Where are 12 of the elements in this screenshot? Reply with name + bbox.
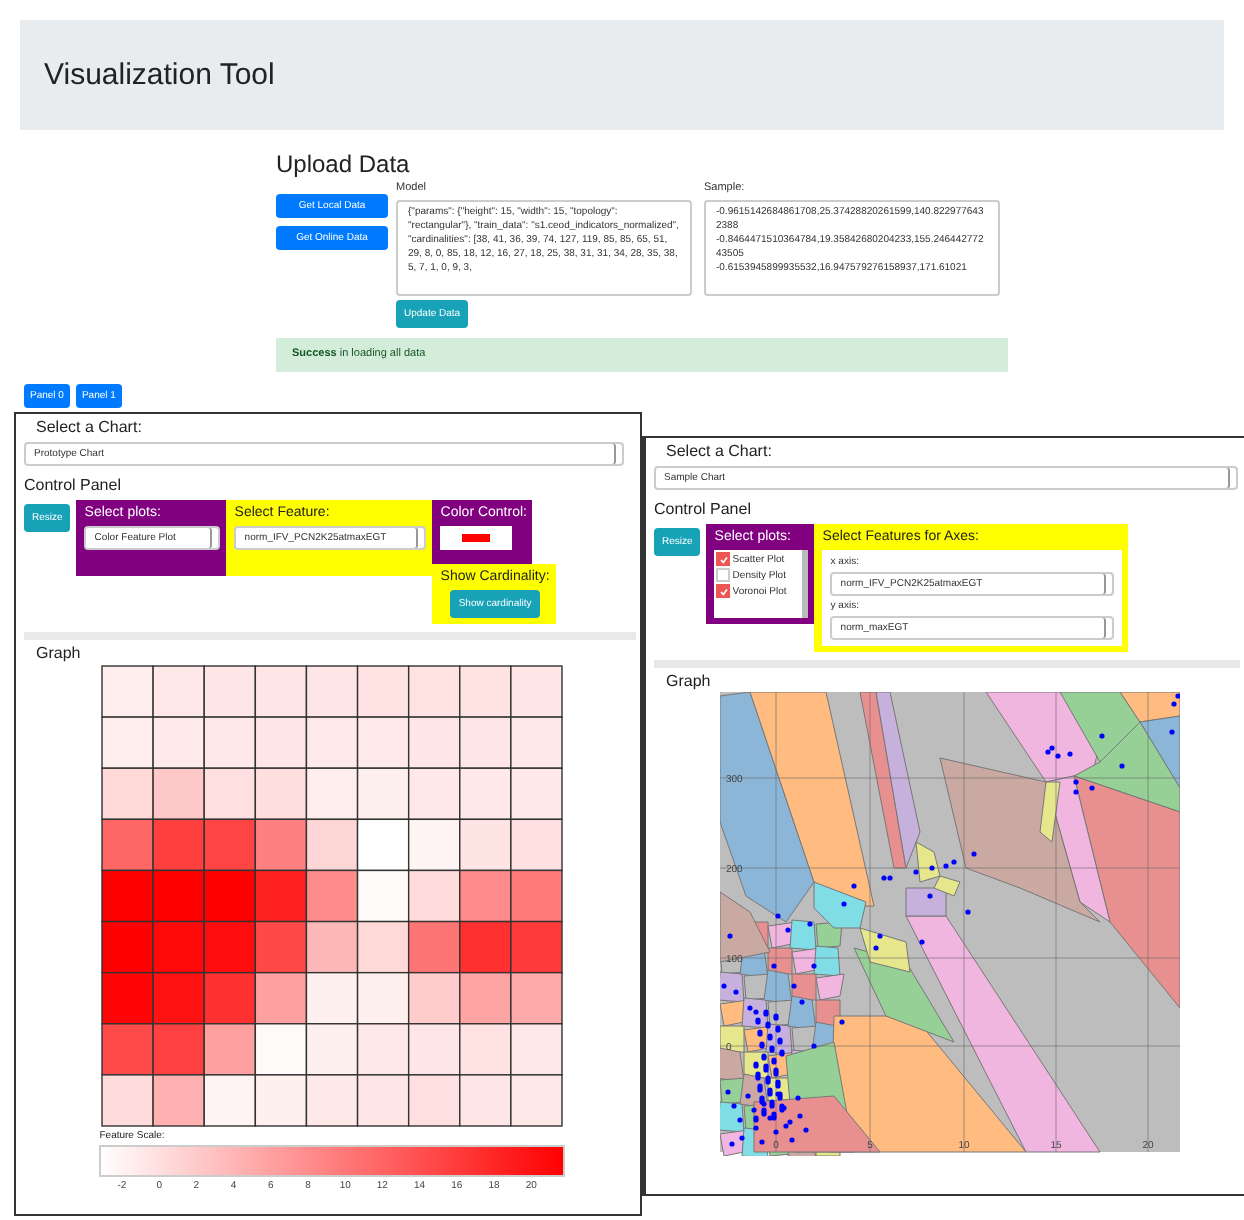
checkbox[interactable] (716, 568, 731, 582)
checkbox[interactable] (716, 552, 731, 566)
upload-title: Upload Data (276, 150, 412, 178)
select-chart-label: Select a Chart: (36, 418, 144, 436)
app-title: Visualization Tool (44, 58, 275, 92)
graph-title: Graph (666, 672, 713, 692)
control-panel-title: Control Panel (24, 476, 123, 494)
select-chart-label: Select a Chart: (666, 442, 774, 460)
graph-title: Graph (36, 644, 83, 664)
checkbox[interactable] (716, 584, 731, 598)
color-picker-field[interactable] (440, 526, 513, 550)
control-panel-title: Control Panel (654, 500, 753, 518)
